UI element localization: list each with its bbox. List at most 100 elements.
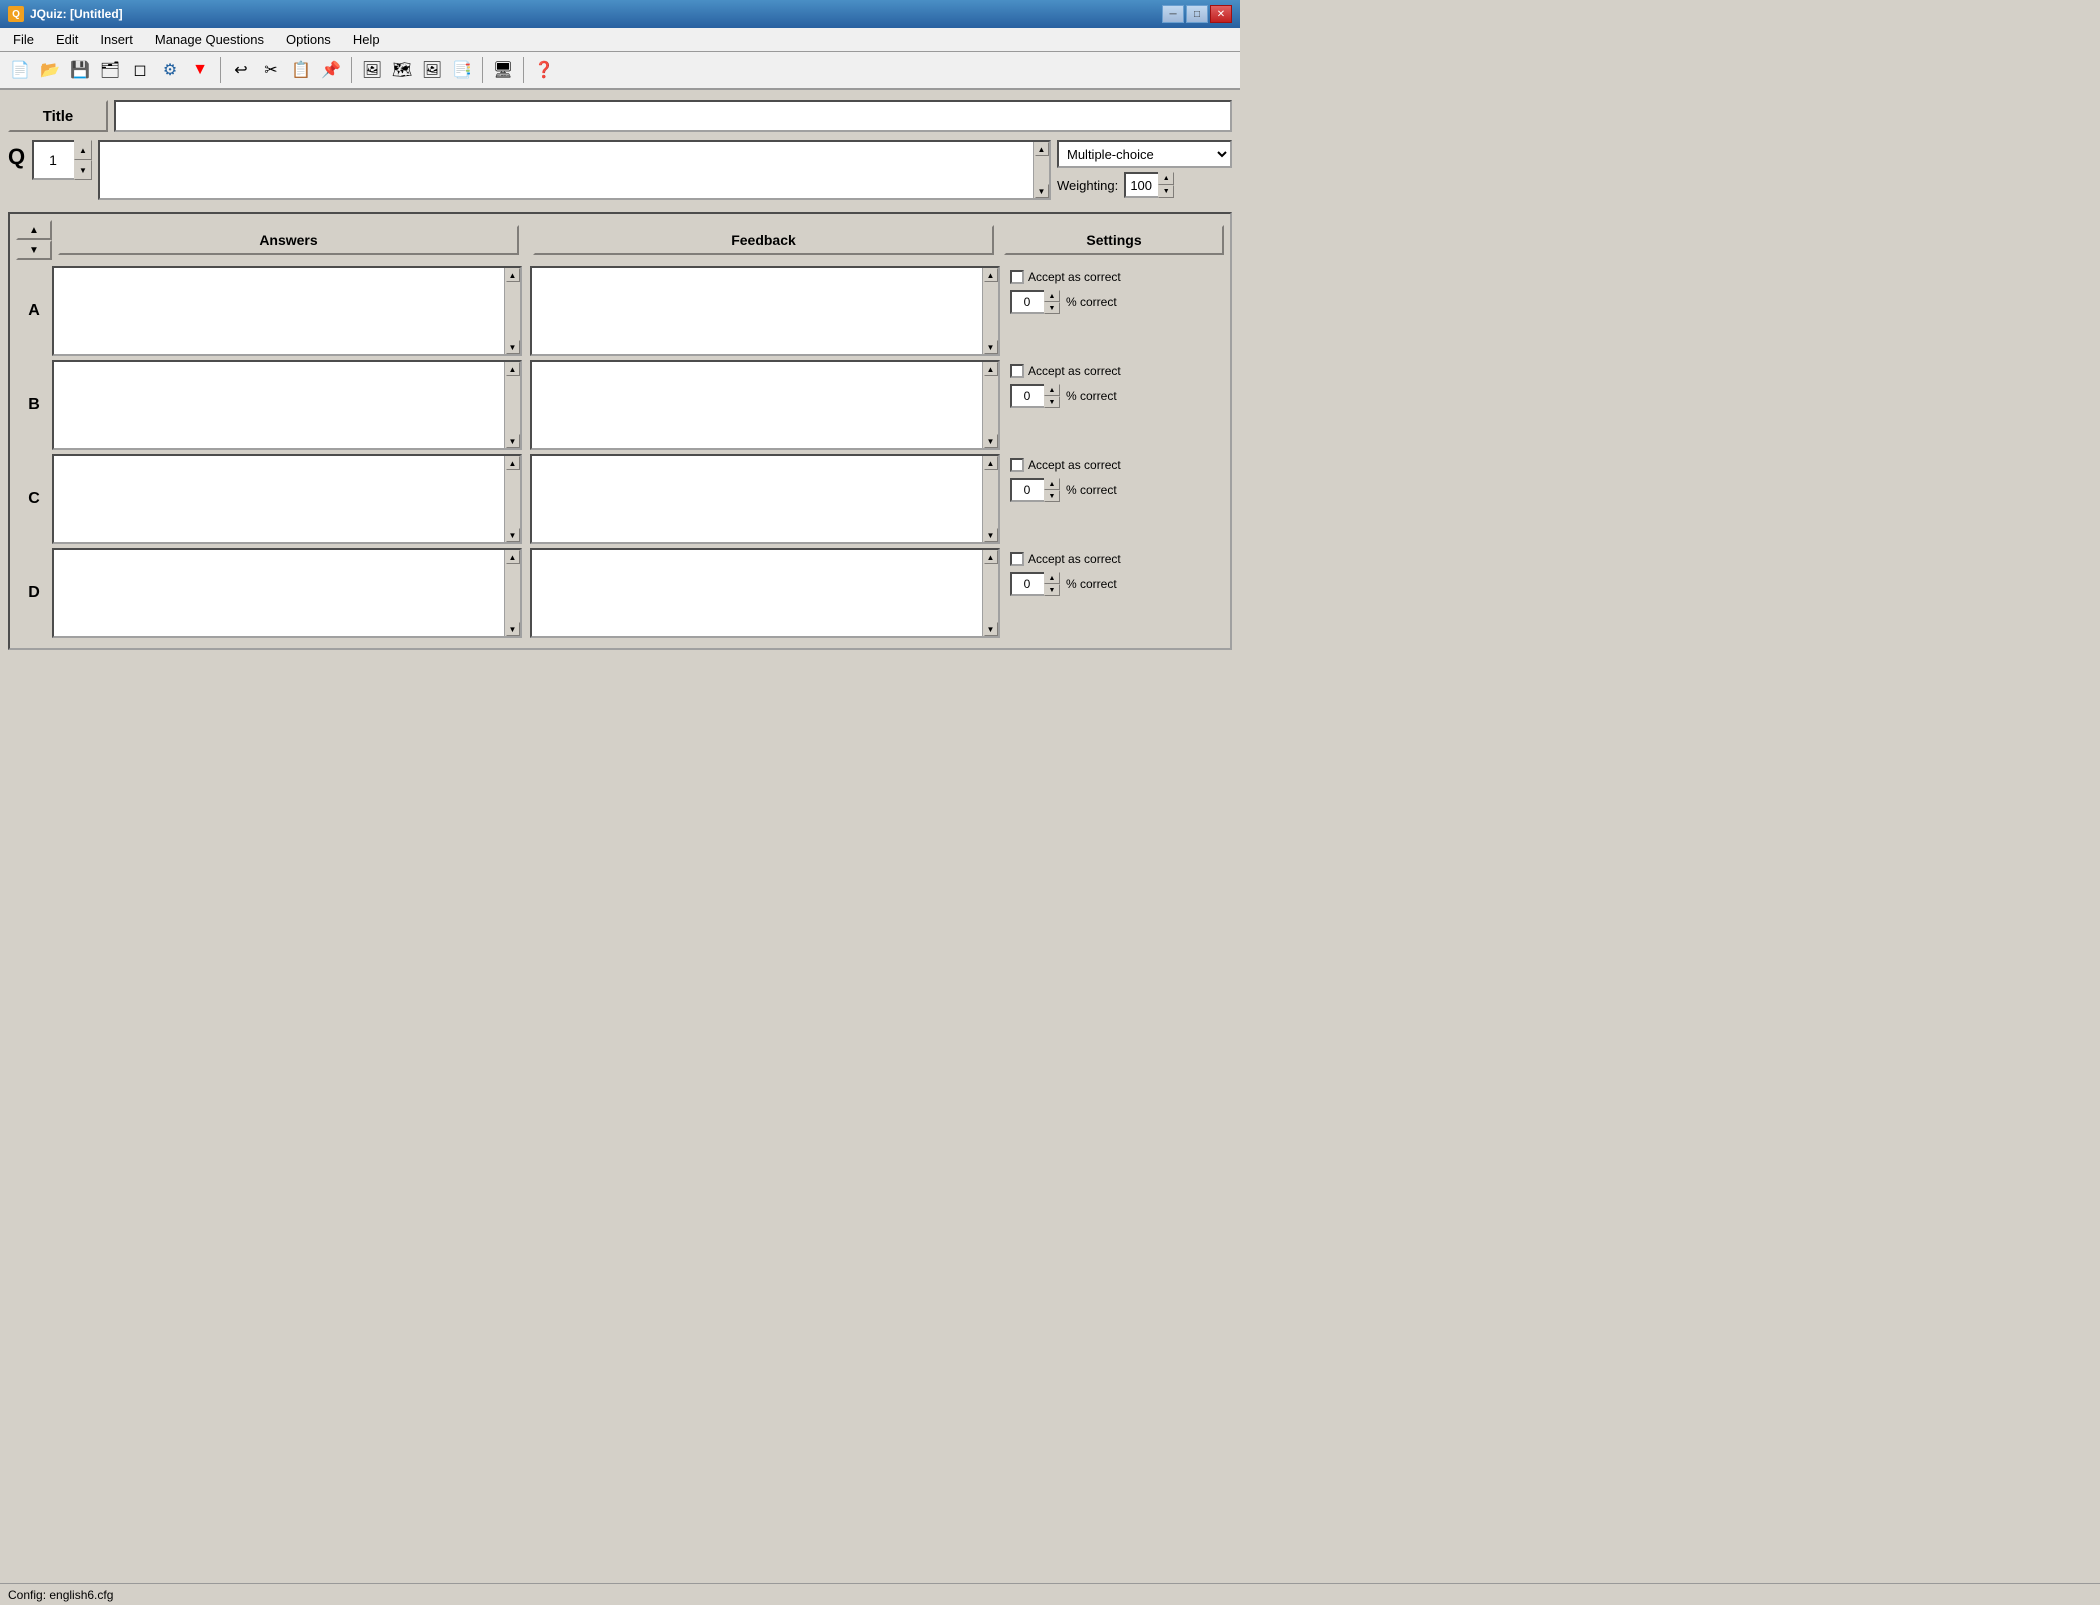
toolbar-img3-button[interactable]: 🖼 (418, 56, 446, 84)
answer-d-scrollbar[interactable]: ▲ ▼ (504, 550, 520, 636)
toolbar-help-button[interactable]: ❓ (530, 56, 558, 84)
menu-file[interactable]: File (4, 29, 43, 50)
question-textarea[interactable] (100, 142, 1033, 198)
answer-b-container: ▲ ▼ (52, 360, 522, 450)
answer-b-scroll-up[interactable]: ▲ (506, 362, 520, 376)
toolbar-cut-button[interactable]: ✂ (257, 56, 285, 84)
feedback-b-scroll-up[interactable]: ▲ (984, 362, 998, 376)
status-bar: Config: english6.cfg (0, 1583, 2100, 1605)
toolbar-saveas-button[interactable]: 🗂 (96, 56, 124, 84)
accept-d-row: Accept as correct (1010, 552, 1218, 566)
answer-d-textarea[interactable] (54, 550, 504, 636)
toolbar-paste-button[interactable]: 📌 (317, 56, 345, 84)
answer-a-scrollbar[interactable]: ▲ ▼ (504, 268, 520, 354)
weighting-down[interactable]: ▼ (1158, 185, 1174, 198)
restore-button[interactable]: □ (1186, 5, 1208, 23)
move-down-button[interactable]: ▼ (16, 240, 52, 260)
close-button[interactable]: ✕ (1210, 5, 1232, 23)
answer-a-textarea[interactable] (54, 268, 504, 354)
answer-d-container: ▲ ▼ (52, 548, 522, 638)
menu-options[interactable]: Options (277, 29, 340, 50)
row-label-c: C (16, 454, 52, 544)
toolbar-undo-button[interactable]: ↩ (227, 56, 255, 84)
percent-b-down[interactable]: ▼ (1044, 396, 1060, 408)
move-up-button[interactable]: ▲ (16, 220, 52, 240)
feedback-b-scroll-down[interactable]: ▼ (984, 434, 998, 448)
toolbar-copy-button[interactable]: 📋 (287, 56, 315, 84)
answer-a-scroll-up[interactable]: ▲ (506, 268, 520, 282)
answer-b-scrollbar[interactable]: ▲ ▼ (504, 362, 520, 448)
answer-c-scroll-up[interactable]: ▲ (506, 456, 520, 470)
question-number-box: ▲ ▼ (32, 140, 92, 180)
title-input[interactable] (114, 100, 1232, 132)
question-number-up[interactable]: ▲ (74, 140, 92, 160)
percent-a-container: ▲ ▼ (1010, 290, 1060, 314)
feedback-d-textarea[interactable] (532, 550, 982, 636)
feedback-c-textarea[interactable] (532, 456, 982, 542)
main-content: Title Q ▲ ▼ ▲ ▼ Multiple-choi (0, 90, 1240, 1555)
toolbar-clear-button[interactable]: ◻ (126, 56, 154, 84)
feedback-d-scroll-down[interactable]: ▼ (984, 622, 998, 636)
title-bar: Q JQuiz: [Untitled] ─ □ ✕ (0, 0, 1240, 28)
feedback-d-scroll-up[interactable]: ▲ (984, 550, 998, 564)
toolbar-wizard-button[interactable]: ⚙ (156, 56, 184, 84)
answer-d-scroll-up[interactable]: ▲ (506, 550, 520, 564)
question-scrollbar[interactable]: ▲ ▼ (1033, 142, 1049, 198)
feedback-a-scrollbar[interactable]: ▲ ▼ (982, 268, 998, 354)
feedback-column-header: Feedback (533, 225, 994, 255)
toolbar-special-button[interactable]: 🖥 (489, 56, 517, 84)
feedback-a-scroll-down[interactable]: ▼ (984, 340, 998, 354)
percent-b-up[interactable]: ▲ (1044, 384, 1060, 396)
toolbar-save-button[interactable]: 💾 (66, 56, 94, 84)
answer-c-scroll-down[interactable]: ▼ (506, 528, 520, 542)
percent-b-label: % correct (1066, 389, 1117, 403)
question-scroll-down[interactable]: ▼ (1035, 184, 1049, 198)
feedback-b-textarea[interactable] (532, 362, 982, 448)
toolbar-img2-button[interactable]: 🗺 (388, 56, 416, 84)
percent-d-down[interactable]: ▼ (1044, 584, 1060, 596)
accept-d-checkbox[interactable] (1010, 552, 1024, 566)
menu-help[interactable]: Help (344, 29, 389, 50)
percent-a-down[interactable]: ▼ (1044, 302, 1060, 314)
feedback-c-scroll-down[interactable]: ▼ (984, 528, 998, 542)
toolbar-new-button[interactable]: 📄 (6, 56, 34, 84)
menu-edit[interactable]: Edit (47, 29, 87, 50)
feedback-d-scrollbar[interactable]: ▲ ▼ (982, 550, 998, 636)
menu-manage-questions[interactable]: Manage Questions (146, 29, 273, 50)
toolbar-img1-button[interactable]: 🖼 (358, 56, 386, 84)
toolbar-sep-4 (523, 57, 524, 83)
percent-d-up[interactable]: ▲ (1044, 572, 1060, 584)
percent-d-row: ▲ ▼ % correct (1010, 572, 1218, 596)
percent-a-up[interactable]: ▲ (1044, 290, 1060, 302)
question-type-select[interactable]: Multiple-choice Short-answer Jumbled-sen… (1057, 140, 1232, 168)
percent-c-down[interactable]: ▼ (1044, 490, 1060, 502)
feedback-a-textarea[interactable] (532, 268, 982, 354)
weighting-up[interactable]: ▲ (1158, 172, 1174, 185)
menu-insert[interactable]: Insert (91, 29, 142, 50)
percent-c-up[interactable]: ▲ (1044, 478, 1060, 490)
feedback-c-scroll-up[interactable]: ▲ (984, 456, 998, 470)
accept-b-row: Accept as correct (1010, 364, 1218, 378)
feedback-a-scroll-up[interactable]: ▲ (984, 268, 998, 282)
question-number-down[interactable]: ▼ (74, 160, 92, 180)
feedback-c-scrollbar[interactable]: ▲ ▼ (982, 456, 998, 542)
feedback-b-scrollbar[interactable]: ▲ ▼ (982, 362, 998, 448)
answer-a-scroll-down[interactable]: ▼ (506, 340, 520, 354)
accept-b-checkbox[interactable] (1010, 364, 1024, 378)
weighting-row: Weighting: ▲ ▼ (1057, 172, 1232, 198)
minimize-button[interactable]: ─ (1162, 5, 1184, 23)
toolbar-img4-button[interactable]: 📑 (448, 56, 476, 84)
settings-b-panel: Accept as correct ▲ ▼ % correct (1004, 360, 1224, 450)
accept-c-checkbox[interactable] (1010, 458, 1024, 472)
weighting-spinner: ▲ ▼ (1158, 172, 1174, 198)
answer-b-scroll-down[interactable]: ▼ (506, 434, 520, 448)
toolbar-export-button[interactable]: ▼ (186, 56, 214, 84)
answers-column-header: Answers (58, 225, 519, 255)
question-scroll-up[interactable]: ▲ (1035, 142, 1049, 156)
toolbar-open-button[interactable]: 📂 (36, 56, 64, 84)
accept-a-checkbox[interactable] (1010, 270, 1024, 284)
answer-d-scroll-down[interactable]: ▼ (506, 622, 520, 636)
answer-c-textarea[interactable] (54, 456, 504, 542)
answer-b-textarea[interactable] (54, 362, 504, 448)
answer-c-scrollbar[interactable]: ▲ ▼ (504, 456, 520, 542)
